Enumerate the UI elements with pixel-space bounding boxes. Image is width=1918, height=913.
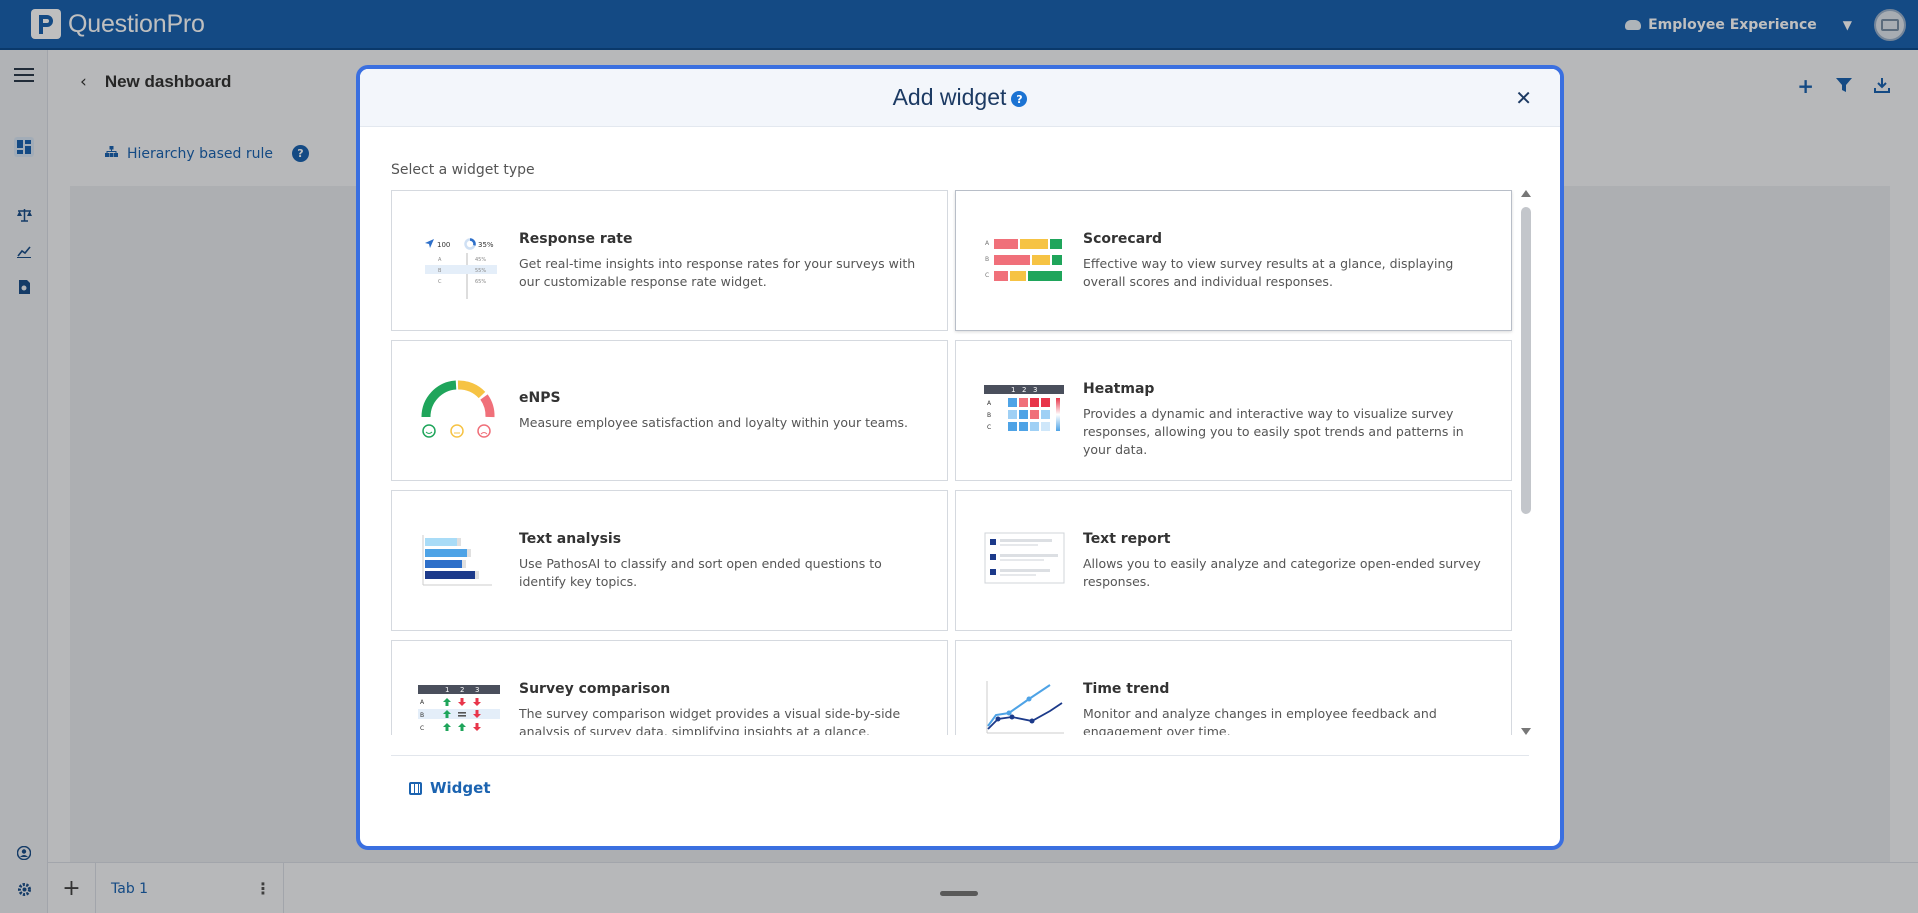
widget-description: Get real-time insights into response rat… [519,256,916,289]
svg-text:3: 3 [475,686,479,694]
widget-name: eNPS [519,390,561,406]
widget-card-enps[interactable]: eNPS Measure employee satisfaction and l… [391,340,948,481]
widget-card-survey-comparison[interactable]: 1 2 3 A B C Survey comparison The survey… [391,640,948,735]
widget-card-text-analysis[interactable]: Text analysis Use PathosAI to classify a… [391,490,948,631]
widget-tab-link[interactable]: Widget [409,779,491,797]
svg-text:B: B [987,412,991,419]
svg-text:C: C [985,272,989,279]
heatmap-illustration-icon: 1 2 3 A B C [984,385,1064,431]
svg-text:A: A [987,400,992,407]
widget-grid: 100 35% A B C 45% 55% 65% Response rate … [391,190,1523,735]
widget-name: Text report [1083,531,1171,547]
svg-text:B: B [420,712,424,719]
text-analysis-illustration-icon [422,535,492,586]
svg-text:55%: 55% [475,268,486,274]
widget-name: Time trend [1083,681,1170,697]
svg-text:B: B [985,256,989,263]
scroll-thumb[interactable] [1521,207,1531,514]
svg-text:100: 100 [437,241,450,249]
svg-text:B: B [438,268,442,274]
svg-text:2: 2 [1022,386,1026,394]
widget-description: Use PathosAI to classify and sort open e… [519,556,882,589]
svg-text:1: 1 [445,686,449,694]
widget-name: Scorecard [1083,231,1163,247]
widget-card-heatmap[interactable]: 1 2 3 A B C Heatmap Provides a dynamic a… [955,340,1512,481]
add-widget-modal: Add widget ? ✕ Select a widget type 100 … [356,65,1564,850]
widget-grid-scrollbar[interactable] [1520,190,1532,735]
widget-description: Measure employee satisfaction and loyalt… [519,415,908,430]
widget-description: Effective way to view survey results at … [1083,256,1454,289]
svg-text:C: C [438,279,442,285]
svg-text:45%: 45% [475,257,486,263]
svg-text:35%: 35% [478,241,494,249]
widget-card-scorecard[interactable]: A B C Scorecard Effective way to view su… [955,190,1512,331]
widget-description: Provides a dynamic and interactive way t… [1083,406,1464,457]
widget-card-time-trend[interactable]: Time trend Monitor and analyze changes i… [955,640,1512,735]
footer-divider [391,755,1529,756]
svg-text:1: 1 [1011,386,1015,394]
widget-link-label: Widget [430,779,491,797]
svg-text:C: C [420,725,424,732]
select-widget-label: Select a widget type [391,162,535,178]
widget-card-text-report[interactable]: Text report Allows you to easily analyze… [955,490,1512,631]
widget-name: Text analysis [519,531,622,547]
svg-text:A: A [438,257,442,263]
response-rate-illustration-icon: 100 35% A B C 45% 55% 65% [425,238,497,299]
scroll-down-arrow-icon[interactable] [1521,728,1531,735]
modal-title: Add widget [892,84,1007,110]
widget-name: Response rate [519,231,633,247]
modal-header: Add widget ? ✕ [360,69,1560,127]
widget-name: Survey comparison [519,681,671,697]
time-trend-illustration-icon [986,681,1064,734]
help-icon[interactable]: ? [1011,91,1028,107]
scorecard-illustration-icon: A B C [985,239,1062,281]
widget-description: Allows you to easily analyze and categor… [1083,556,1481,589]
svg-text:A: A [985,240,990,247]
widget-name: Heatmap [1083,381,1155,397]
widget-card-response-rate[interactable]: 100 35% A B C 45% 55% 65% Response rate … [391,190,948,331]
svg-text:A: A [420,699,425,706]
text-report-illustration-icon [984,532,1065,584]
widget-description: Monitor and analyze changes in employee … [1083,706,1437,735]
close-icon[interactable]: ✕ [1515,86,1532,110]
widget-description: The survey comparison widget provides a … [519,706,901,735]
svg-text:C: C [987,424,991,431]
scroll-up-arrow-icon[interactable] [1521,190,1531,197]
svg-text:2: 2 [460,686,464,694]
svg-text:65%: 65% [475,279,486,285]
enps-gauge-illustration-icon [421,380,495,438]
survey-comparison-illustration-icon: 1 2 3 A B C [418,685,500,732]
svg-text:3: 3 [1033,386,1037,394]
table-icon [409,781,422,795]
